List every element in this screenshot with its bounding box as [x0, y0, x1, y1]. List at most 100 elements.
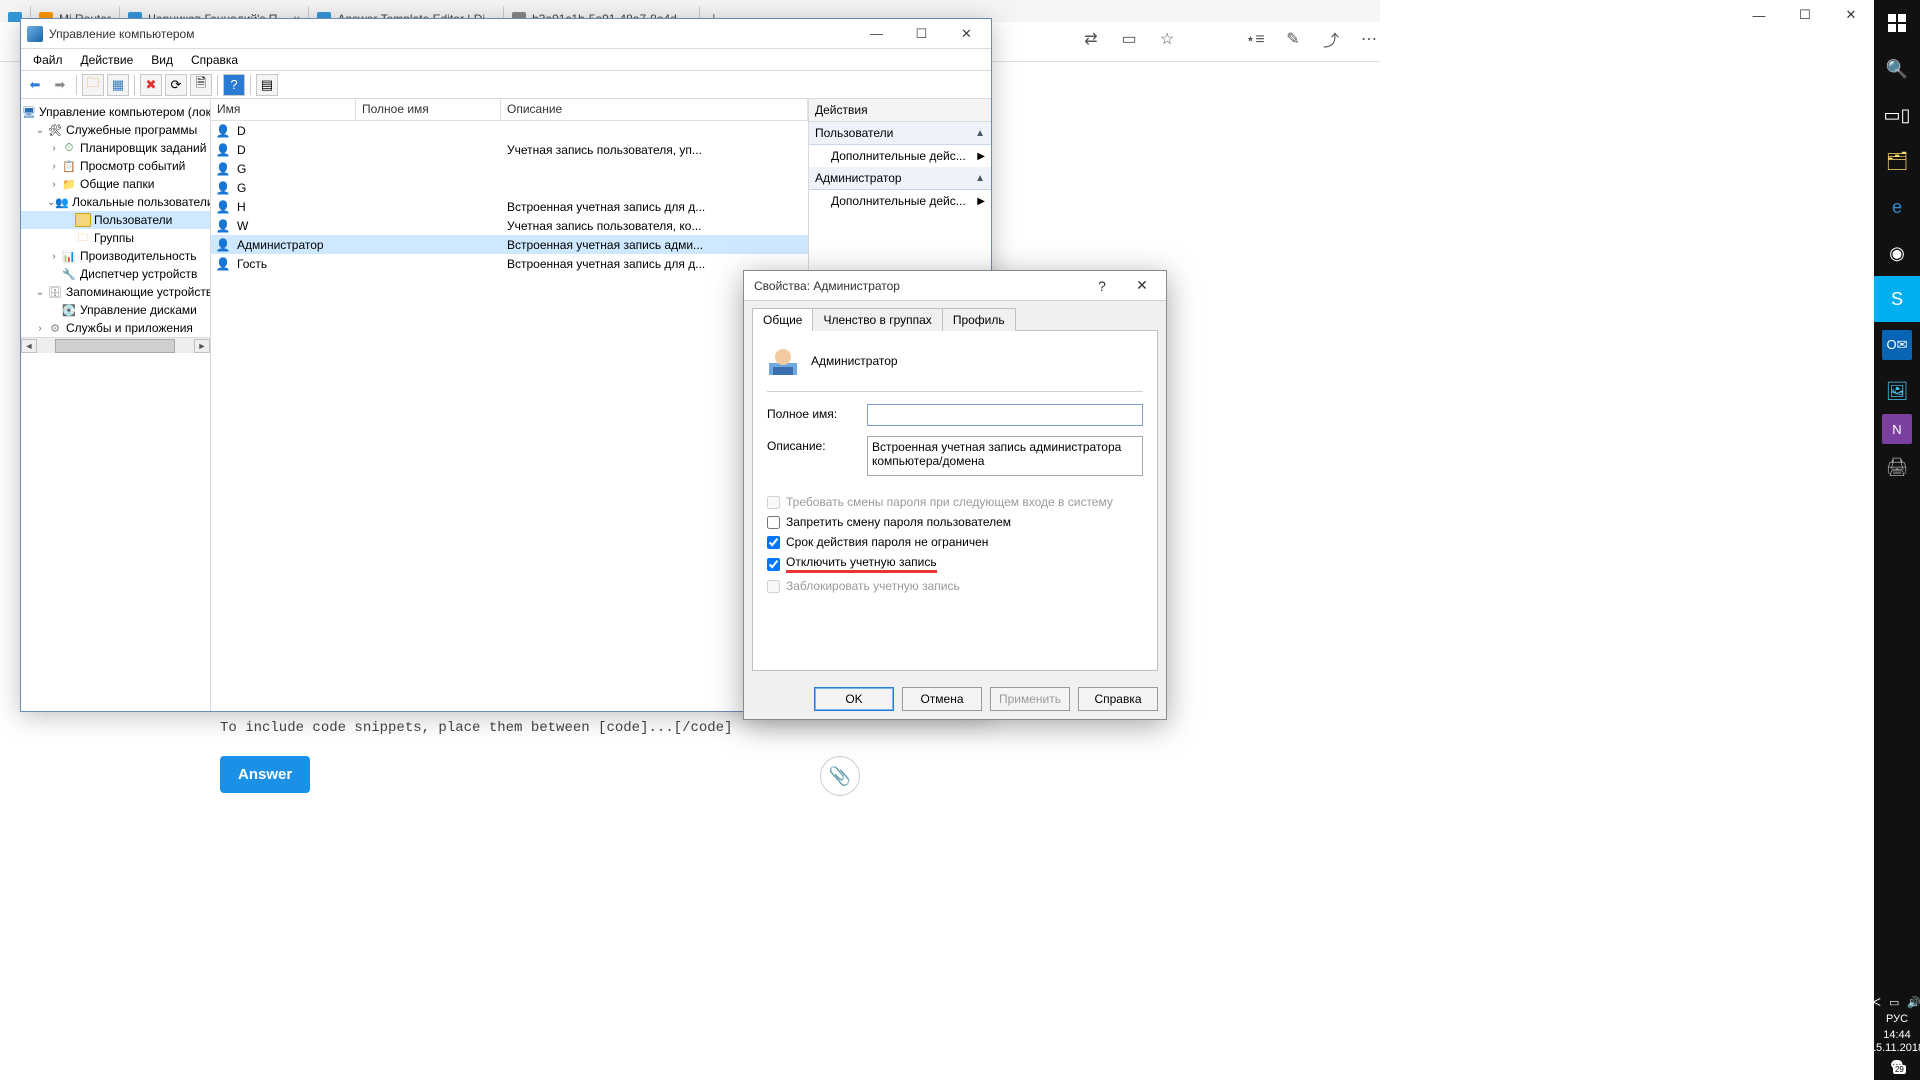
export-button[interactable]: 🗎: [190, 74, 212, 96]
menu-action[interactable]: Действие: [73, 51, 142, 69]
help-button[interactable]: ?: [223, 74, 245, 96]
list-row-admin[interactable]: 👤АдминистраторВстроенная учетная запись …: [211, 235, 808, 254]
start-button[interactable]: [1874, 0, 1920, 46]
expand-icon[interactable]: ›: [47, 179, 61, 190]
answer-button[interactable]: Answer: [220, 756, 310, 793]
clock[interactable]: 14:4415.11.2018: [1870, 1029, 1920, 1055]
expand-icon[interactable]: ›: [47, 251, 61, 262]
expand-icon[interactable]: ⌄: [33, 125, 47, 136]
chrome-icon[interactable]: ◉: [1874, 230, 1920, 276]
tree-item[interactable]: Управление компьютером (локальный): [39, 105, 211, 119]
language-indicator[interactable]: РУС: [1886, 1013, 1908, 1025]
menu-file[interactable]: Файл: [25, 51, 71, 69]
volume-icon[interactable]: 🔊: [1907, 996, 1920, 1009]
toolbar-btn[interactable]: ▤: [256, 74, 278, 96]
expand-icon[interactable]: ⌄: [47, 197, 55, 208]
notes-icon[interactable]: ✎: [1284, 30, 1302, 48]
refresh-button[interactable]: ⟳: [165, 74, 187, 96]
tree-item[interactable]: Планировщик заданий: [80, 141, 206, 155]
list-header[interactable]: Имя Полное имя Описание: [211, 99, 808, 121]
actions-more[interactable]: Дополнительные дейс...▶: [809, 190, 991, 212]
delete-button[interactable]: ✖: [140, 74, 162, 96]
expand-icon[interactable]: ›: [33, 323, 47, 334]
tree-item[interactable]: Просмотр событий: [80, 159, 185, 173]
fullname-input[interactable]: [867, 404, 1143, 426]
dialog-titlebar[interactable]: Свойства: Администратор ? ✕: [744, 271, 1166, 301]
search-icon[interactable]: 🔍: [1874, 46, 1920, 92]
cancel-button[interactable]: Отмена: [902, 687, 982, 711]
expand-icon[interactable]: ⌄: [33, 287, 47, 298]
onenote-icon[interactable]: N: [1882, 414, 1912, 444]
mmc-titlebar[interactable]: Управление компьютером — ☐ ✕: [21, 19, 991, 49]
forward-button[interactable]: ➡: [49, 74, 71, 96]
ok-button[interactable]: OK: [814, 687, 894, 711]
notifications-icon[interactable]: 💬29: [1890, 1059, 1904, 1072]
tree-item-groups[interactable]: Группы: [94, 231, 134, 245]
toolbar-btn[interactable]: ▦: [107, 74, 129, 96]
list-row[interactable]: 👤WУчетная запись пользователя, ко...: [211, 216, 808, 235]
tab-general[interactable]: Общие: [752, 308, 813, 331]
favorite-icon[interactable]: ☆: [1158, 30, 1176, 48]
translate-icon[interactable]: ⇄: [1082, 30, 1100, 48]
tree-item[interactable]: Запоминающие устройства: [66, 285, 211, 299]
file-explorer-icon[interactable]: 🗂: [1874, 138, 1920, 184]
outlook-icon[interactable]: O✉: [1882, 330, 1912, 360]
expand-icon[interactable]: ›: [47, 143, 61, 154]
attach-button[interactable]: 📎: [820, 756, 860, 796]
tree-hscrollbar[interactable]: ◄►: [21, 337, 210, 353]
col-fullname[interactable]: Полное имя: [356, 99, 501, 120]
toolbar-btn[interactable]: 🗀: [82, 74, 104, 96]
apply-button[interactable]: Применить: [990, 687, 1070, 711]
tree-item[interactable]: Производительность: [80, 249, 196, 263]
expand-icon[interactable]: ›: [47, 161, 61, 172]
tree-item[interactable]: Локальные пользователи и группы: [72, 195, 211, 209]
close-button[interactable]: ✕: [1828, 0, 1874, 30]
col-name[interactable]: Имя: [211, 99, 356, 120]
photos-icon[interactable]: 🖼: [1874, 368, 1920, 414]
chk-password-never-expires[interactable]: Срок действия пароля не ограничен: [767, 535, 1143, 549]
chk-cannot-change-password[interactable]: Запретить смену пароля пользователем: [767, 515, 1143, 529]
help-button[interactable]: ?: [1082, 273, 1122, 299]
back-button[interactable]: ⬅: [24, 74, 46, 96]
col-desc[interactable]: Описание: [501, 99, 808, 120]
chk-account-disabled[interactable]: Отключить учетную запись: [767, 555, 1143, 573]
list-row[interactable]: 👤G: [211, 159, 808, 178]
minimize-button[interactable]: —: [854, 20, 899, 48]
list-row[interactable]: 👤G: [211, 178, 808, 197]
close-button[interactable]: ✕: [944, 20, 989, 48]
maximize-button[interactable]: ☐: [899, 20, 944, 48]
favorites-bar-icon[interactable]: ⋆≡: [1246, 30, 1264, 48]
menu-help[interactable]: Справка: [183, 51, 246, 69]
tab-member-of[interactable]: Членство в группах: [812, 308, 942, 331]
tree-item[interactable]: Служебные программы: [66, 123, 197, 137]
share-icon[interactable]: ⤴: [1322, 30, 1340, 48]
maximize-button[interactable]: ☐: [1782, 0, 1828, 30]
minimize-button[interactable]: —: [1736, 0, 1782, 30]
list-row[interactable]: 👤DУчетная запись пользователя, уп...: [211, 140, 808, 159]
project-icon[interactable]: ▭: [1889, 996, 1899, 1009]
tree-item[interactable]: Управление дисками: [80, 303, 197, 317]
reading-view-icon[interactable]: ▭: [1120, 30, 1138, 48]
tree-item-users[interactable]: Пользователи: [94, 213, 172, 227]
close-button[interactable]: ✕: [1122, 273, 1162, 299]
mmc-tree[interactable]: 🖥Управление компьютером (локальный) ⌄🛠Сл…: [21, 99, 211, 711]
task-view-icon[interactable]: ▭▯: [1874, 92, 1920, 138]
menu-view[interactable]: Вид: [143, 51, 181, 69]
tray-overflow-icon[interactable]: ᐸ: [1873, 996, 1881, 1009]
actions-group-users[interactable]: Пользователи▲: [809, 122, 991, 145]
more-icon[interactable]: ⋯: [1360, 30, 1378, 48]
help-button[interactable]: Справка: [1078, 687, 1158, 711]
tab-profile[interactable]: Профиль: [942, 308, 1016, 331]
app-icon[interactable]: 🖨: [1874, 444, 1920, 490]
actions-more[interactable]: Дополнительные дейс...▶: [809, 145, 991, 167]
actions-group-admin[interactable]: Администратор▲: [809, 167, 991, 190]
tree-item[interactable]: Службы и приложения: [66, 321, 193, 335]
tree-item[interactable]: Общие папки: [80, 177, 154, 191]
edge-icon[interactable]: e: [1874, 184, 1920, 230]
skype-icon[interactable]: S: [1874, 276, 1920, 322]
list-row[interactable]: 👤D: [211, 121, 808, 140]
list-row-guest[interactable]: 👤ГостьВстроенная учетная запись для д...: [211, 254, 808, 273]
description-input[interactable]: [867, 436, 1143, 476]
tree-item[interactable]: Диспетчер устройств: [80, 267, 197, 281]
list-row[interactable]: 👤HВстроенная учетная запись для д...: [211, 197, 808, 216]
